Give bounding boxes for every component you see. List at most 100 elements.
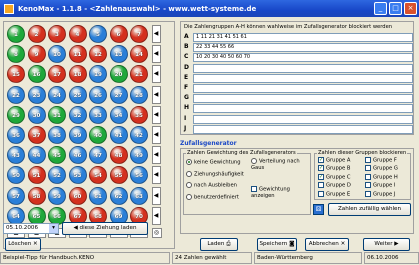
block-group-checkbox[interactable]	[365, 182, 371, 189]
weighting-option[interactable]: keine Gewichtung	[186, 159, 241, 166]
number-ball[interactable]: 63	[130, 186, 148, 205]
block-group-option[interactable]: ✓ Gruppe A	[318, 157, 350, 164]
number-ball[interactable]: 45	[48, 146, 66, 165]
block-group-checkbox[interactable]	[318, 190, 324, 197]
number-ball[interactable]: 46	[68, 146, 87, 165]
group-field[interactable]	[193, 104, 413, 114]
cancel-button[interactable]: Abbrechen ✕	[305, 238, 349, 251]
show-weight-option[interactable]: Gewichtung anzeigen	[251, 186, 309, 199]
block-group-option[interactable]: Gruppe F	[365, 157, 397, 164]
number-ball[interactable]: 49	[130, 146, 148, 165]
block-group-checkbox[interactable]	[365, 190, 371, 197]
group-field[interactable]: 10 20 30 40 50 60 70	[193, 53, 413, 63]
delete-button[interactable]: Löschen ✕	[5, 238, 41, 251]
group-field[interactable]	[193, 63, 413, 73]
close-button[interactable]: ×	[404, 2, 417, 15]
number-ball[interactable]: 33	[89, 105, 107, 124]
number-ball[interactable]: 53	[68, 166, 87, 185]
number-ball[interactable]: 10	[48, 45, 66, 64]
number-ball[interactable]: 32	[68, 105, 87, 124]
number-ball[interactable]: 36	[7, 126, 25, 144]
number-ball[interactable]: 18	[68, 65, 87, 84]
weighting-radio[interactable]	[186, 159, 192, 165]
number-ball[interactable]: 22	[7, 85, 25, 104]
number-ball[interactable]: 50	[7, 166, 25, 185]
number-ball[interactable]: 43	[7, 146, 25, 165]
number-ball[interactable]: 4	[68, 25, 87, 43]
block-group-option[interactable]: Gruppe H	[365, 173, 398, 180]
date-select[interactable]: 05.10.2006 ▾	[3, 223, 59, 234]
weighting-option[interactable]: nach Ausbleiben	[186, 182, 237, 189]
number-ball[interactable]: 42	[130, 126, 148, 144]
next-button[interactable]: Weiter ▶	[363, 238, 410, 251]
number-ball[interactable]: 56	[130, 166, 148, 185]
number-ball[interactable]: 19	[89, 65, 107, 84]
gauss-radio[interactable]	[251, 158, 257, 164]
number-ball[interactable]: 15	[7, 65, 25, 84]
number-ball[interactable]: 5	[89, 25, 107, 43]
number-ball[interactable]: 35	[130, 105, 148, 124]
maximize-button[interactable]: □	[389, 2, 402, 15]
block-group-option[interactable]: ✓ Gruppe C	[318, 173, 351, 180]
number-ball[interactable]: 21	[130, 65, 148, 84]
number-ball[interactable]: 34	[109, 105, 128, 124]
save-button[interactable]: Speichern ◙	[257, 238, 297, 251]
number-ball[interactable]: 62	[109, 186, 128, 205]
number-ball[interactable]: 30	[27, 105, 46, 124]
weighting-radio[interactable]	[186, 170, 192, 177]
row-select-arrow[interactable]: ◀	[151, 65, 161, 84]
number-ball[interactable]: 6	[109, 25, 128, 43]
number-ball[interactable]: 40	[89, 126, 107, 144]
weighting-radio[interactable]	[186, 193, 192, 200]
row-select-arrow[interactable]: ◀	[151, 105, 161, 124]
number-ball[interactable]: 37	[27, 126, 46, 144]
number-ball[interactable]: 26	[89, 85, 107, 104]
number-ball[interactable]: 59	[48, 186, 66, 205]
number-ball[interactable]: 7	[130, 25, 148, 43]
number-ball[interactable]: 47	[89, 146, 107, 165]
number-ball[interactable]: 2	[27, 25, 46, 43]
number-ball[interactable]: 58	[27, 186, 46, 205]
reset-icon[interactable]: ◎	[151, 228, 162, 238]
number-ball[interactable]: 8	[7, 45, 25, 64]
group-field[interactable]	[193, 114, 413, 124]
number-ball[interactable]: 48	[109, 146, 128, 165]
group-field[interactable]: 22 33 44 55 66	[193, 43, 413, 53]
block-group-checkbox[interactable]: ✓	[318, 165, 324, 172]
row-select-arrow[interactable]: ◀	[151, 206, 161, 225]
weighting-option[interactable]: benutzerdefiniert	[186, 193, 239, 200]
number-ball[interactable]: 57	[7, 186, 25, 205]
number-ball[interactable]: 25	[68, 85, 87, 104]
number-ball[interactable]: 55	[109, 166, 128, 185]
row-select-arrow[interactable]: ◀	[151, 45, 161, 64]
block-group-option[interactable]: Gruppe E	[318, 190, 350, 197]
block-group-checkbox[interactable]	[365, 173, 371, 180]
gauss-option[interactable]: Verteilung nach Gaus	[251, 158, 309, 171]
row-select-arrow[interactable]: ◀	[151, 126, 161, 144]
block-group-option[interactable]: Gruppe D	[318, 182, 351, 189]
weighting-radio[interactable]	[186, 182, 192, 188]
block-group-option[interactable]: Gruppe G	[365, 165, 398, 172]
group-field[interactable]	[193, 84, 413, 93]
load-draw-button[interactable]: ◀ diese Ziehung laden	[62, 222, 148, 235]
number-ball[interactable]: 17	[48, 65, 66, 84]
block-group-option[interactable]: Gruppe J	[365, 190, 395, 197]
number-ball[interactable]: 1	[7, 25, 25, 43]
group-field[interactable]	[193, 73, 413, 83]
number-ball[interactable]: 11	[68, 45, 87, 64]
number-ball[interactable]: 20	[109, 65, 128, 84]
block-group-checkbox[interactable]: ✓	[318, 157, 324, 163]
number-ball[interactable]: 23	[27, 85, 46, 104]
group-field[interactable]	[193, 94, 413, 104]
number-ball[interactable]: 39	[68, 126, 87, 144]
block-group-checkbox[interactable]	[318, 182, 324, 189]
number-ball[interactable]: 51	[27, 166, 46, 185]
number-ball[interactable]: 3	[48, 25, 66, 43]
block-group-option[interactable]: ✓ Gruppe B	[318, 165, 350, 172]
number-ball[interactable]: 31	[48, 105, 66, 124]
number-ball[interactable]: 41	[109, 126, 128, 144]
block-group-checkbox[interactable]	[365, 157, 371, 163]
number-ball[interactable]: 44	[27, 146, 46, 165]
number-ball[interactable]: 28	[130, 85, 148, 104]
random-select-button[interactable]: Zahlen zufällig wählen	[328, 203, 411, 216]
